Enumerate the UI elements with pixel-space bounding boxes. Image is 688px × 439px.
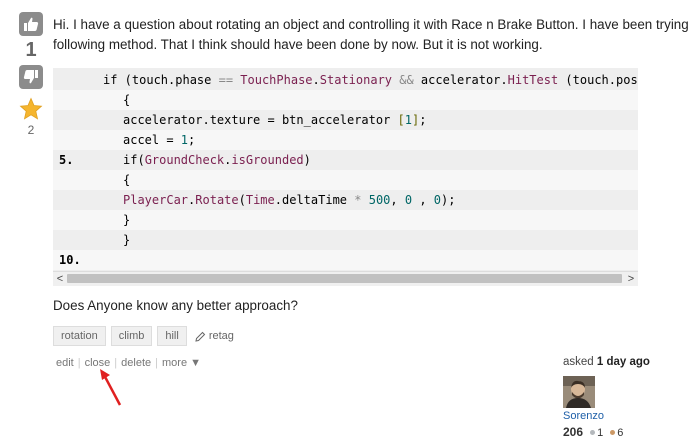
tag-list: rotation climb hill retag xyxy=(53,326,234,346)
code-line: { xyxy=(53,170,638,190)
question-body: Hi. I have a question about rotating an … xyxy=(53,15,688,55)
code-line: PlayerCar.Rotate(Time.deltaTime * 500, 0… xyxy=(53,190,638,210)
owner-reputation: 206 1 6 xyxy=(563,425,623,439)
separator: | xyxy=(155,357,158,369)
scroll-thumb[interactable] xyxy=(67,274,622,283)
code-line-text: if (touch.phase == TouchPhase.Stationary… xyxy=(103,73,638,87)
code-line: { xyxy=(53,90,638,110)
favorite-count: 2 xyxy=(27,123,35,137)
code-line: accel = 1; xyxy=(53,130,638,150)
post-actions: edit | close | delete | more ▼ xyxy=(56,357,201,369)
favorite-star-icon[interactable] xyxy=(19,97,43,121)
bronze-badge-count: 6 xyxy=(617,427,624,439)
delete-link[interactable]: delete xyxy=(121,357,151,369)
code-lines: if (touch.phase == TouchPhase.Stationary… xyxy=(53,70,638,270)
retag-label: retag xyxy=(208,330,234,342)
thumbs-up-icon xyxy=(24,17,39,31)
upvote-button[interactable] xyxy=(19,12,43,36)
question-line-2: following method. That I think should ha… xyxy=(53,37,543,52)
thumbs-down-icon xyxy=(23,70,38,84)
silver-badge-icon xyxy=(590,430,596,436)
code-line: accelerator.texture = btn_accelerator [1… xyxy=(53,110,638,130)
tag-climb[interactable]: climb xyxy=(110,326,153,346)
code-line-text: PlayerCar.Rotate(Time.deltaTime * 500, 0… xyxy=(123,193,456,207)
code-line: if (touch.phase == TouchPhase.Stationary… xyxy=(53,70,638,90)
code-line: 5. if(GroundCheck.isGrounded) xyxy=(53,150,638,170)
code-line: } xyxy=(53,210,638,230)
scroll-right-arrow[interactable]: > xyxy=(624,272,638,286)
question-line-1: Hi. I have a question about rotating an … xyxy=(53,17,688,32)
owner-username[interactable]: Sorenzo xyxy=(563,410,604,422)
code-block: if (touch.phase == TouchPhase.Stationary… xyxy=(53,68,638,286)
code-line-text: accelerator.texture = btn_accelerator [1… xyxy=(123,113,427,127)
downvote-button[interactable] xyxy=(19,65,43,89)
code-horizontal-scrollbar[interactable]: < > xyxy=(53,271,638,286)
asked-info: asked 1 day ago xyxy=(563,356,650,368)
code-line-text: { xyxy=(123,93,131,107)
code-line-text: } xyxy=(123,213,131,227)
code-line: 10. xyxy=(53,250,638,270)
code-line: } xyxy=(53,230,638,250)
tag-hill[interactable]: hill xyxy=(157,326,187,346)
code-line-number: 5. xyxy=(59,153,74,167)
asked-time: 1 day ago xyxy=(596,356,650,368)
separator: | xyxy=(77,357,81,369)
asked-label: asked xyxy=(563,356,594,368)
more-menu[interactable]: more ▼ xyxy=(162,357,201,369)
code-line-text: { xyxy=(123,173,131,187)
code-line-text: accel = 1; xyxy=(123,133,196,147)
retag-link[interactable]: retag xyxy=(195,330,234,342)
pencil-icon xyxy=(195,331,206,342)
vote-column: 1 2 xyxy=(16,12,46,137)
vote-count: 1 xyxy=(25,39,37,61)
code-line-text: } xyxy=(123,233,131,247)
bronze-badge-icon xyxy=(610,430,616,436)
reputation-score: 206 xyxy=(563,425,584,439)
code-line-text: if(GroundCheck.isGrounded) xyxy=(123,153,311,167)
silver-badge-count: 1 xyxy=(597,427,604,439)
tag-rotation[interactable]: rotation xyxy=(53,326,106,346)
code-line-number: 10. xyxy=(59,253,81,267)
edit-link[interactable]: edit xyxy=(56,357,74,369)
avatar[interactable] xyxy=(563,376,595,408)
question-followup: Does Anyone know any better approach? xyxy=(53,298,298,313)
scroll-left-arrow[interactable]: < xyxy=(53,272,67,286)
annotation-arrow-icon xyxy=(100,369,122,406)
